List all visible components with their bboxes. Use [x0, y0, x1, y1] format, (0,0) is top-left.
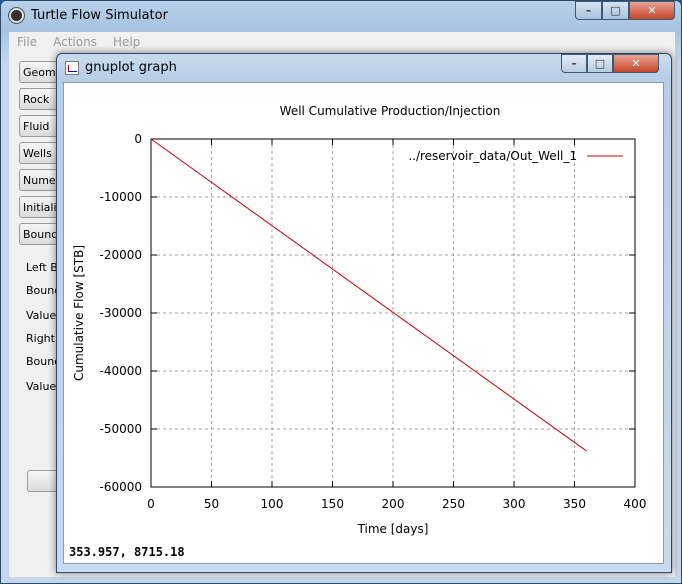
- x-tick-label: 250: [442, 497, 465, 511]
- menu-actions[interactable]: Actions: [45, 35, 105, 49]
- main-minimize-button[interactable]: –: [575, 1, 602, 20]
- gnuplot-window-title: gnuplot graph: [85, 60, 177, 75]
- x-tick-label: 0: [147, 497, 155, 511]
- close-icon: ✕: [647, 4, 657, 17]
- y-tick-label: -60000: [99, 480, 142, 494]
- series-line: [150, 138, 587, 452]
- gnuplot-maximize-button[interactable]: □: [587, 54, 613, 73]
- right-value-label: Value:: [26, 380, 60, 393]
- y-tick-label: -50000: [99, 422, 142, 436]
- x-axis-label: Time [days]: [357, 522, 429, 536]
- left-value-label: Value:: [26, 309, 60, 322]
- close-icon: ✕: [631, 57, 641, 70]
- x-tick-label: 400: [624, 497, 647, 511]
- cursor-coordinates: 353.957, 8715.18: [69, 545, 185, 559]
- gnuplot-window: gnuplot graph – □ ✕ 0 50 100 150 200 250 300 35…: [56, 53, 672, 573]
- maximize-icon: □: [594, 57, 606, 70]
- minimize-icon: –: [585, 4, 592, 17]
- y-tick-label: -30000: [99, 306, 142, 320]
- plot-canvas[interactable]: 0 50 100 150 200 250 300 350 400 0 -10000 -20000 -30…: [63, 82, 664, 564]
- turtle-app-icon: [9, 8, 24, 23]
- x-tick-label: 350: [563, 497, 586, 511]
- gnuplot-minimize-button[interactable]: –: [561, 54, 587, 73]
- y-tick-label: -10000: [99, 190, 142, 204]
- y-tick-label: -20000: [99, 248, 142, 262]
- x-tick-label: 50: [204, 497, 219, 511]
- gnuplot-close-button[interactable]: ✕: [613, 54, 659, 73]
- y-axis-label: Cumulative Flow [STB]: [72, 245, 86, 381]
- minimize-icon: –: [571, 57, 577, 70]
- main-close-button[interactable]: ✕: [629, 1, 675, 20]
- x-tick-label: 100: [261, 497, 284, 511]
- menu-file[interactable]: File: [9, 35, 45, 49]
- chart-title: Well Cumulative Production/Injection: [280, 104, 501, 118]
- y-tick-label: -40000: [99, 364, 142, 378]
- chart-svg: 0 50 100 150 200 250 300 350 400 0 -10000 -20000 -30…: [72, 104, 647, 536]
- y-tick-label: 0: [134, 132, 142, 146]
- x-tick-label: 300: [503, 497, 526, 511]
- main-window-title: Turtle Flow Simulator: [31, 8, 168, 23]
- maximize-icon: □: [610, 4, 621, 17]
- gnuplot-icon: [65, 61, 79, 75]
- menu-help[interactable]: Help: [105, 35, 148, 49]
- x-tick-label: 200: [382, 497, 405, 511]
- x-tick-label: 150: [321, 497, 344, 511]
- menu-bar: File Actions Help: [9, 32, 675, 52]
- legend-label: ../reservoir_data/Out_Well_1: [408, 149, 577, 163]
- main-maximize-button[interactable]: □: [602, 1, 629, 20]
